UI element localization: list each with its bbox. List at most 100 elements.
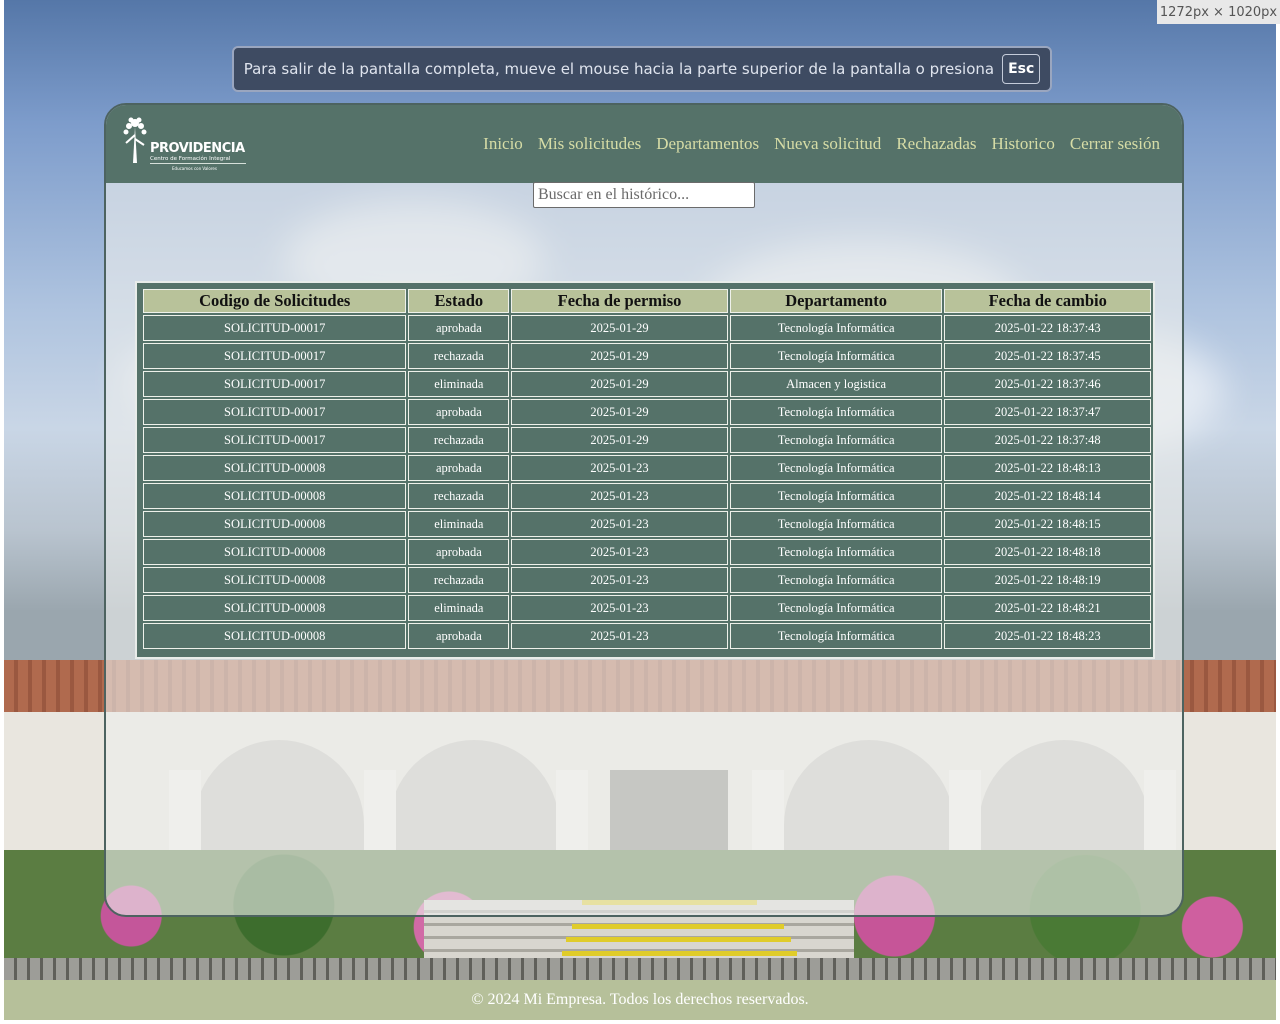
- table-row: SOLICITUD-00008 rechazada 2025-01-23 Tec…: [143, 483, 1151, 509]
- cell-fecha-cambio: 2025-01-22 18:37:47: [944, 399, 1151, 425]
- cell-codigo: SOLICITUD-00008: [143, 455, 407, 481]
- cell-departamento: Tecnología Informática: [729, 399, 943, 425]
- cell-fecha-permiso: 2025-01-23: [511, 595, 728, 621]
- cell-fecha-cambio: 2025-01-22 18:37:48: [944, 427, 1151, 453]
- cell-fecha-permiso: 2025-01-23: [511, 483, 728, 509]
- cell-departamento: Tecnología Informática: [729, 483, 943, 509]
- cell-fecha-cambio: 2025-01-22 18:48:23: [944, 623, 1151, 649]
- cell-fecha-cambio: 2025-01-22 18:48:18: [944, 539, 1151, 565]
- cell-estado: aprobada: [408, 623, 510, 649]
- nav-historico[interactable]: Historico: [992, 134, 1055, 154]
- cell-departamento: Tecnología Informática: [729, 343, 943, 369]
- esc-key-badge: Esc: [1002, 54, 1041, 84]
- cell-departamento: Tecnología Informática: [729, 539, 943, 565]
- cell-fecha-permiso: 2025-01-29: [511, 371, 728, 397]
- cell-departamento: Tecnología Informática: [729, 455, 943, 481]
- cell-fecha-permiso: 2025-01-23: [511, 511, 728, 537]
- cell-estado: aprobada: [408, 455, 510, 481]
- brand-motto: Educamos con Valores: [172, 166, 217, 171]
- dimension-badge: 1272px × 1020px: [1157, 0, 1280, 24]
- cell-codigo: SOLICITUD-00008: [143, 539, 407, 565]
- page-footer: © 2024 Mi Empresa. Todos los derechos re…: [4, 980, 1276, 1020]
- table-row: SOLICITUD-00017 eliminada 2025-01-29 Alm…: [143, 371, 1151, 397]
- cell-fecha-cambio: 2025-01-22 18:48:14: [944, 483, 1151, 509]
- table-row: SOLICITUD-00008 aprobada 2025-01-23 Tecn…: [143, 455, 1151, 481]
- cell-fecha-permiso: 2025-01-23: [511, 539, 728, 565]
- history-table-container: Codigo de Solicitudes Estado Fecha de pe…: [135, 281, 1155, 659]
- cell-fecha-permiso: 2025-01-23: [511, 567, 728, 593]
- nav-nueva-solicitud[interactable]: Nueva solicitud: [774, 134, 881, 154]
- tree-logo-icon: [123, 117, 147, 163]
- cell-estado: rechazada: [408, 483, 510, 509]
- header-estado: Estado: [408, 289, 510, 313]
- cell-codigo: SOLICITUD-00008: [143, 483, 407, 509]
- browser-viewport: PROVIDENCIA Centro de Formación Integral…: [4, 0, 1276, 1020]
- table-row: SOLICITUD-00008 aprobada 2025-01-23 Tecn…: [143, 623, 1151, 649]
- nav-cerrar-sesion[interactable]: Cerrar sesión: [1070, 134, 1160, 154]
- table-row: SOLICITUD-00017 aprobada 2025-01-29 Tecn…: [143, 315, 1151, 341]
- table-body: SOLICITUD-00017 aprobada 2025-01-29 Tecn…: [143, 315, 1151, 649]
- cell-departamento: Tecnología Informática: [729, 623, 943, 649]
- fullscreen-notice: Para salir de la pantalla completa, muev…: [232, 46, 1052, 92]
- header-fecha-permiso: Fecha de permiso: [511, 289, 728, 313]
- cell-fecha-permiso: 2025-01-23: [511, 455, 728, 481]
- cell-fecha-permiso: 2025-01-29: [511, 399, 728, 425]
- cell-codigo: SOLICITUD-00017: [143, 399, 407, 425]
- cell-fecha-cambio: 2025-01-22 18:37:43: [944, 315, 1151, 341]
- cell-codigo: SOLICITUD-00008: [143, 595, 407, 621]
- nav-inicio[interactable]: Inicio: [483, 134, 523, 154]
- cell-fecha-cambio: 2025-01-22 18:37:45: [944, 343, 1151, 369]
- nav-rechazadas[interactable]: Rechazadas: [896, 134, 976, 154]
- cell-estado: eliminada: [408, 371, 510, 397]
- table-header-row: Codigo de Solicitudes Estado Fecha de pe…: [143, 289, 1151, 313]
- search-input[interactable]: [533, 182, 755, 208]
- nav-menu: Inicio Mis solicitudes Departamentos Nue…: [483, 134, 1160, 154]
- table-row: SOLICITUD-00008 eliminada 2025-01-23 Tec…: [143, 595, 1151, 621]
- cell-departamento: Almacen y logistica: [729, 371, 943, 397]
- header-fecha-cambio: Fecha de cambio: [944, 289, 1151, 313]
- cell-estado: aprobada: [408, 539, 510, 565]
- cell-fecha-permiso: 2025-01-29: [511, 343, 728, 369]
- cell-estado: eliminada: [408, 511, 510, 537]
- cell-estado: aprobada: [408, 399, 510, 425]
- fullscreen-notice-text: Para salir de la pantalla completa, muev…: [243, 60, 995, 78]
- navbar: PROVIDENCIA Centro de Formación Integral…: [106, 105, 1182, 183]
- cell-codigo: SOLICITUD-00008: [143, 623, 407, 649]
- brand-subtitle: Centro de Formación Integral: [150, 156, 231, 162]
- cell-codigo: SOLICITUD-00017: [143, 315, 407, 341]
- cell-departamento: Tecnología Informática: [729, 511, 943, 537]
- brand-divider: [150, 163, 246, 164]
- cell-estado: rechazada: [408, 567, 510, 593]
- header-departamento: Departamento: [729, 289, 943, 313]
- cell-fecha-permiso: 2025-01-29: [511, 427, 728, 453]
- cell-codigo: SOLICITUD-00008: [143, 567, 407, 593]
- cell-codigo: SOLICITUD-00017: [143, 427, 407, 453]
- table-row: SOLICITUD-00017 aprobada 2025-01-29 Tecn…: [143, 399, 1151, 425]
- cell-departamento: Tecnología Informática: [729, 567, 943, 593]
- table-row: SOLICITUD-00008 eliminada 2025-01-23 Tec…: [143, 511, 1151, 537]
- cell-estado: aprobada: [408, 315, 510, 341]
- cell-codigo: SOLICITUD-00008: [143, 511, 407, 537]
- nav-mis-solicitudes[interactable]: Mis solicitudes: [538, 134, 641, 154]
- cell-estado: rechazada: [408, 343, 510, 369]
- cell-fecha-permiso: 2025-01-29: [511, 315, 728, 341]
- brand-name: PROVIDENCIA: [150, 141, 245, 156]
- header-codigo: Codigo de Solicitudes: [143, 289, 407, 313]
- cell-codigo: SOLICITUD-00017: [143, 343, 407, 369]
- cell-fecha-permiso: 2025-01-23: [511, 623, 728, 649]
- table-row: SOLICITUD-00017 rechazada 2025-01-29 Tec…: [143, 427, 1151, 453]
- cell-fecha-cambio: 2025-01-22 18:48:13: [944, 455, 1151, 481]
- table-row: SOLICITUD-00008 aprobada 2025-01-23 Tecn…: [143, 539, 1151, 565]
- cell-estado: rechazada: [408, 427, 510, 453]
- cell-fecha-cambio: 2025-01-22 18:48:15: [944, 511, 1151, 537]
- cell-fecha-cambio: 2025-01-22 18:37:46: [944, 371, 1151, 397]
- footer-text: © 2024 Mi Empresa. Todos los derechos re…: [471, 991, 809, 1008]
- table-row: SOLICITUD-00008 rechazada 2025-01-23 Tec…: [143, 567, 1151, 593]
- brand-logo[interactable]: PROVIDENCIA Centro de Formación Integral…: [120, 115, 250, 171]
- cell-fecha-cambio: 2025-01-22 18:48:19: [944, 567, 1151, 593]
- nav-departamentos[interactable]: Departamentos: [656, 134, 759, 154]
- cell-departamento: Tecnología Informática: [729, 595, 943, 621]
- main-panel: PROVIDENCIA Centro de Formación Integral…: [104, 103, 1184, 917]
- cell-departamento: Tecnología Informática: [729, 427, 943, 453]
- cell-fecha-cambio: 2025-01-22 18:48:21: [944, 595, 1151, 621]
